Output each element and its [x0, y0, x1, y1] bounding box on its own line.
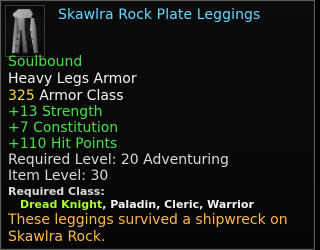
binding-status: Soulbound — [8, 54, 83, 70]
required-level: Required Level: 20 Adventuring — [8, 152, 229, 168]
item-description: These leggings survived a shipwreck on S… — [8, 212, 288, 245]
required-class-label: Required Class: — [8, 185, 105, 198]
item-level: Item Level: 30 — [8, 168, 109, 184]
item-icon-frame — [5, 5, 45, 57]
stat-constitution: +7 Constitution — [8, 120, 119, 136]
required-class-list: Dread Knight, Paladin, Cleric, Warrior — [20, 198, 254, 211]
stat-hit-points: +110 Hit Points — [8, 136, 118, 152]
armor-leggings-icon — [11, 8, 38, 54]
stat-strength: +13 Strength — [8, 104, 103, 120]
item-tooltip: Skawlra Rock Plate Leggings Soulbound He… — [0, 0, 315, 250]
dread-knight-class: Dread Knight — [20, 198, 103, 211]
armor-class-value: 325 — [8, 88, 35, 104]
item-name: Skawlra Rock Plate Leggings — [58, 7, 261, 23]
armor-class-line: 325 Armor Class — [8, 88, 124, 104]
item-slot: Heavy Legs Armor — [8, 71, 137, 87]
other-classes: , Paladin, Cleric, Warrior — [102, 198, 254, 211]
armor-class-label: Armor Class — [39, 88, 124, 104]
